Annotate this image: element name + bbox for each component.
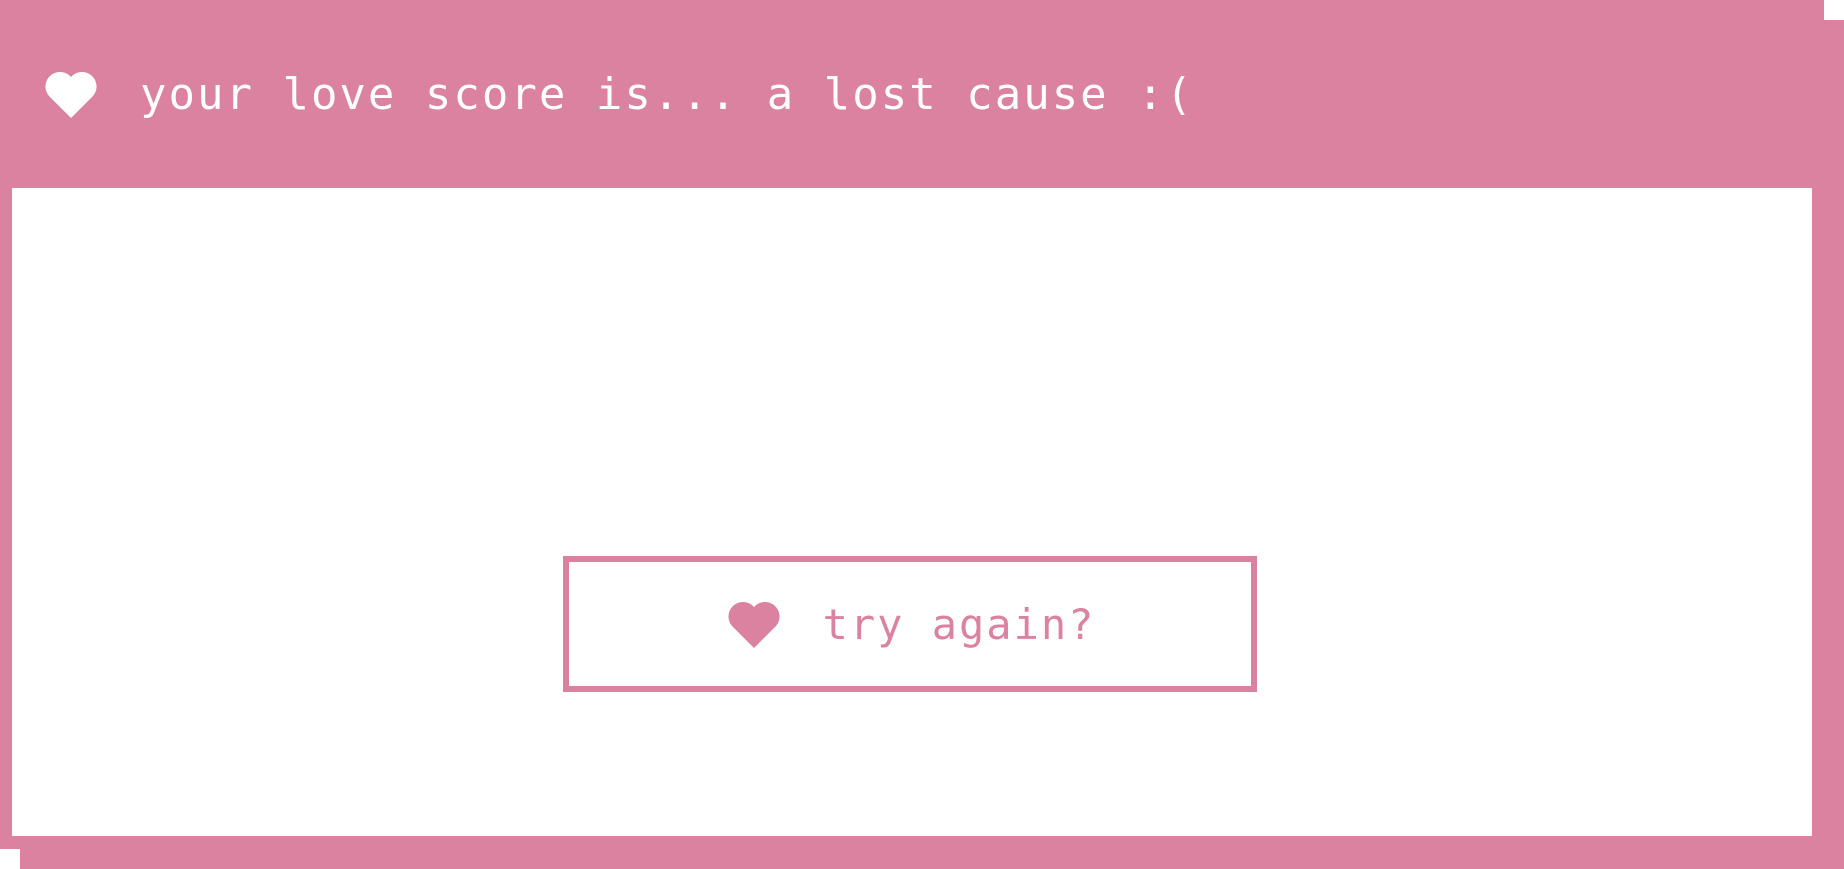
heart-icon [728,601,780,648]
try-again-button[interactable]: try again? [563,556,1257,692]
page: your love score is... a lost cause :( tr… [0,0,1844,869]
try-again-label: try again? [822,599,1096,649]
content-area: try again? [12,188,1812,836]
heart-icon [45,71,97,118]
title-bar: your love score is... a lost cause :( [0,0,1824,188]
result-window: your love score is... a lost cause :( tr… [0,0,1824,849]
result-title: your love score is... a lost cause :( [140,68,1195,120]
